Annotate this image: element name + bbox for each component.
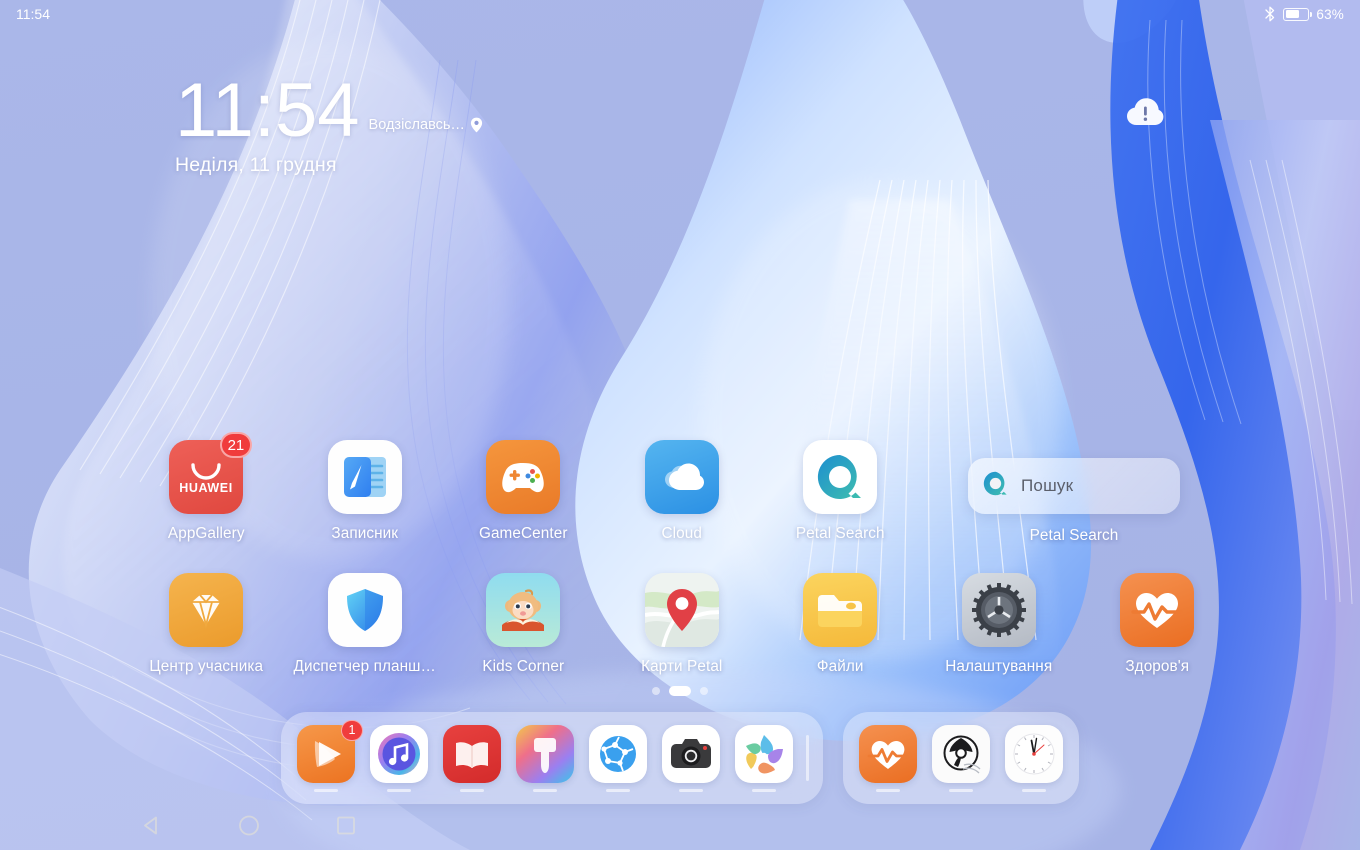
search-placeholder-label: Пошук <box>1021 476 1074 495</box>
page-dot-2-active[interactable] <box>669 686 691 696</box>
app-label: Kids Corner <box>482 658 565 675</box>
clock-time: 11:54 <box>175 68 360 153</box>
app-label: Диспетчер планш… <box>293 658 436 675</box>
app-icon-cloud[interactable]: Cloud <box>603 440 762 543</box>
status-bar-clock: 11:54 <box>16 6 50 22</box>
page-dot-3[interactable] <box>700 687 708 695</box>
app-label: Cloud <box>661 525 702 542</box>
app-label: Карти Petal <box>641 658 723 675</box>
dock-item-health[interactable] <box>857 724 919 792</box>
dock-divider <box>806 735 809 781</box>
app-icon-files[interactable]: Файли <box>761 573 920 676</box>
battery-percent-label: 63% <box>1316 6 1344 22</box>
dock-main-tray: 1 <box>281 712 823 804</box>
dock-item-music[interactable] <box>368 724 430 792</box>
app-label: GameCenter <box>478 525 568 542</box>
clock-widget[interactable]: 11:54 Водзіславсь… Неділя, 11 грудня <box>175 68 483 177</box>
app-icon-member-center[interactable]: Центр учасника <box>127 573 286 676</box>
app-icon-appgallery[interactable]: HUAWEI 21 AppGallery <box>127 432 286 543</box>
bluetooth-icon <box>1264 6 1276 22</box>
dock-underline <box>1022 788 1046 792</box>
dock-recent-tray <box>843 712 1079 804</box>
app-label: Центр учасника <box>149 658 264 675</box>
app-label: Petal Search <box>795 525 885 542</box>
dock-underline <box>949 788 973 792</box>
dock-underline <box>606 788 630 792</box>
navigation-bar <box>0 806 1360 850</box>
app-label: Файли <box>816 658 864 675</box>
status-bar: 11:54 63% <box>0 0 1360 28</box>
app-icon-petal-search[interactable]: Petal Search <box>761 440 920 543</box>
app-label: Здоров'я <box>1125 658 1190 675</box>
app-label: Налаштування <box>945 658 1053 675</box>
dock-item-smart-remote[interactable] <box>930 724 992 792</box>
app-icon-tablet-manager[interactable]: Диспетчер планш… <box>286 573 445 676</box>
cloud-alert-icon[interactable] <box>1126 96 1164 128</box>
app-icon-kids-corner[interactable]: Kids Corner <box>444 573 603 676</box>
search-input[interactable]: Пошук <box>968 458 1180 514</box>
petal-search-icon <box>982 470 1009 502</box>
back-triangle-icon[interactable] <box>142 816 160 841</box>
location-pin-icon <box>470 117 483 133</box>
app-icon-notes[interactable]: Записник <box>286 440 445 543</box>
dock-underline <box>533 788 557 792</box>
dock-item-browser[interactable] <box>587 724 649 792</box>
dock-underline <box>460 788 484 792</box>
app-icon-petal-maps[interactable]: Карти Petal <box>603 573 762 676</box>
badge-count: 21 <box>219 432 253 458</box>
badge-count: 1 <box>341 719 363 741</box>
app-icon-settings[interactable]: Налаштування <box>920 573 1079 676</box>
recents-square-icon[interactable] <box>336 816 356 841</box>
app-icon-health[interactable]: Здоров'я <box>1078 573 1237 676</box>
clock-city-label: Водзіславсь… <box>368 117 465 134</box>
dock-item-books[interactable] <box>441 724 503 792</box>
dock-item-video[interactable]: 1 <box>295 719 363 792</box>
widget-label: Petal Search <box>1029 527 1119 544</box>
clock-date-label: Неділя, 11 грудня <box>175 154 337 177</box>
page-dot-1[interactable] <box>652 687 660 695</box>
app-label: Записник <box>331 525 399 542</box>
dock-item-camera[interactable] <box>660 724 722 792</box>
home-screen: 11:54 63% 11:54 Водзіславсь… Неділя, 11 … <box>0 0 1360 850</box>
dock-underline <box>752 788 776 792</box>
svg-text:HUAWEI: HUAWEI <box>179 481 233 495</box>
dock-underline <box>876 788 900 792</box>
app-icon-gamecenter[interactable]: GameCenter <box>444 440 603 543</box>
dock: 1 <box>0 712 1360 804</box>
app-label: AppGallery <box>167 525 245 542</box>
dock-underline <box>387 788 411 792</box>
dock-item-gallery[interactable] <box>733 724 795 792</box>
battery-icon <box>1283 7 1313 21</box>
dock-underline <box>679 788 703 792</box>
home-circle-icon[interactable] <box>238 815 260 842</box>
app-grid-row-2: Центр учасника Диспетчер планш… Kids Cor… <box>127 573 1360 676</box>
dock-underline <box>314 788 338 792</box>
petal-search-widget[interactable]: Пошук Petal Search <box>968 458 1180 545</box>
dock-item-themes[interactable] <box>514 724 576 792</box>
dock-item-clock[interactable] <box>1003 724 1065 792</box>
page-indicator <box>0 686 1360 696</box>
